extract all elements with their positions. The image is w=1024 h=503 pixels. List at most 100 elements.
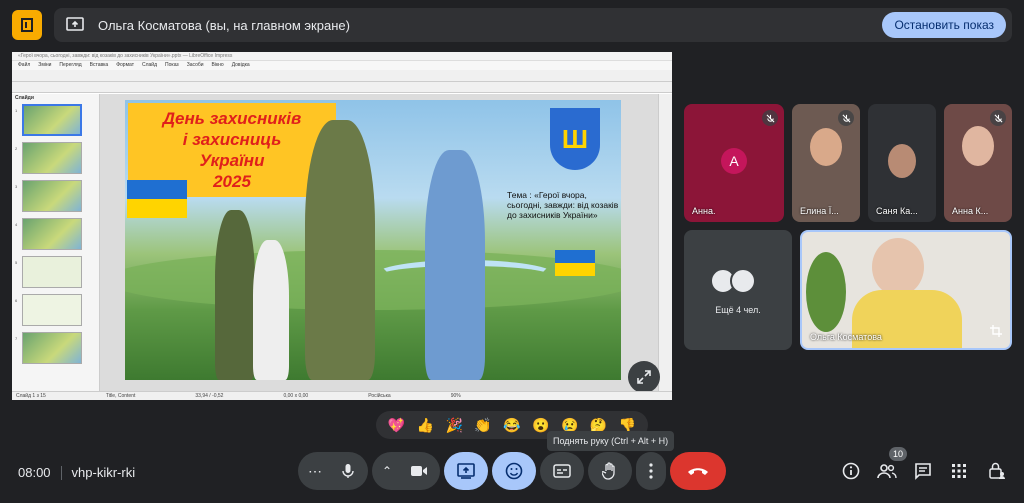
- meet-logo-icon: [12, 10, 42, 40]
- lo-menu-item: Перегляд: [59, 62, 82, 68]
- people-icon: [877, 464, 897, 479]
- people-button[interactable]: [876, 460, 898, 482]
- participant-tile[interactable]: Анна К...: [944, 104, 1012, 222]
- mic-off-icon: [990, 110, 1006, 126]
- hand-icon: [602, 462, 615, 480]
- lo-status-size: 0,00 x 0,00: [283, 393, 309, 399]
- slide-thumbnail: [22, 256, 82, 288]
- slide-thumbnail: [22, 104, 82, 136]
- reaction-party[interactable]: 🎉: [445, 417, 462, 434]
- lo-menu-item: Показ: [165, 62, 179, 68]
- ukraine-flag-icon: [555, 250, 595, 276]
- raise-hand-tooltip: Поднять руку (Ctrl + Alt + H): [547, 431, 675, 451]
- presenting-banner: Ольга Косматова (вы, на главном экране) …: [54, 8, 1012, 42]
- participant-tile[interactable]: Саня Ка...: [868, 104, 936, 222]
- lo-status-slide: Слайд 1 з 15: [16, 393, 46, 399]
- mic-button[interactable]: [332, 455, 364, 487]
- participant-tile[interactable]: Елина Ї...: [792, 104, 860, 222]
- mic-off-icon: [838, 110, 854, 126]
- mic-off-icon: [762, 110, 778, 126]
- captions-icon: [553, 464, 571, 478]
- chat-icon: [915, 463, 931, 480]
- present-screen-icon: [457, 463, 475, 479]
- slide-title-line: День захисників: [162, 109, 302, 128]
- video-feed: [810, 128, 842, 166]
- crop-icon[interactable]: [990, 324, 1002, 342]
- mic-icon: [342, 464, 354, 478]
- slide-figure-child: [253, 240, 289, 380]
- expand-icon: [637, 370, 651, 384]
- slide-thumbnail: [22, 332, 82, 364]
- more-vert-icon: [649, 463, 653, 479]
- lo-status-zoom: 90%: [450, 393, 461, 399]
- lo-menu-item: Файл: [18, 62, 31, 68]
- lo-status-layout: Title, Content: [105, 393, 136, 399]
- slide-thumbnail: [22, 180, 82, 212]
- activities-button[interactable]: [948, 460, 970, 482]
- fullscreen-button[interactable]: [628, 361, 660, 393]
- participant-name: Елина Ї...: [800, 206, 839, 216]
- thumb-number: 3: [15, 184, 18, 189]
- reaction-surprised[interactable]: 😮: [532, 417, 549, 434]
- present-button[interactable]: [444, 452, 488, 490]
- chat-button[interactable]: [912, 460, 934, 482]
- avatar: A: [721, 148, 747, 174]
- participant-name: Ольга Косматова: [810, 332, 882, 342]
- meeting-details-button[interactable]: [840, 460, 862, 482]
- lo-drawing-toolbar: [12, 82, 672, 93]
- lo-status-bar: Слайд 1 з 15 Title, Content 33,94 / -0,5…: [12, 391, 672, 400]
- host-controls-button[interactable]: [986, 460, 1008, 482]
- lo-menu-item: Довідка: [231, 62, 250, 68]
- chevron-up-icon[interactable]: ⌃: [382, 464, 392, 478]
- info-icon: [842, 462, 860, 480]
- participant-name: Саня Ка...: [876, 206, 918, 216]
- captions-button[interactable]: [540, 452, 584, 490]
- lo-toolbar: [12, 70, 672, 82]
- participant-tile[interactable]: A Анна.: [684, 104, 784, 222]
- more-audio-options-icon[interactable]: ⋯: [308, 463, 322, 480]
- lo-slide-canvas: День захисників і захисниць України 2025…: [100, 94, 660, 393]
- emoji-icon: [505, 462, 523, 480]
- audio-control-group: ⋯: [298, 452, 368, 490]
- raise-hand-button[interactable]: [588, 452, 632, 490]
- reaction-thumbs-up[interactable]: 👍: [417, 417, 434, 434]
- slide-thumbnail: [22, 218, 82, 250]
- meet-window: Ольга Косматова (вы, на главном экране) …: [0, 0, 1024, 503]
- lo-menu-bar: Файл Зміни Перегляд Вставка Формат Слайд…: [12, 61, 672, 70]
- stop-presenting-button[interactable]: Остановить показ: [882, 12, 1006, 38]
- meeting-info: 08:00 vhp-kikr-rki: [18, 465, 135, 480]
- lo-sidebar: [658, 94, 672, 391]
- reaction-laugh[interactable]: 😂: [503, 417, 520, 434]
- video-feed: [962, 126, 994, 166]
- slide-thumbnail: [22, 294, 82, 326]
- thumb-number: 4: [15, 222, 18, 227]
- more-participants-tile[interactable]: Ещё 4 чел.: [684, 230, 792, 350]
- participants-count-badge: 10: [889, 447, 908, 461]
- lo-menu-item: Слайд: [141, 62, 158, 68]
- trident-emblem-icon: Ш: [550, 108, 600, 170]
- present-screen-icon: [66, 17, 84, 31]
- leave-call-button[interactable]: [670, 452, 726, 490]
- more-avatars: [710, 268, 756, 294]
- meeting-time: 08:00: [18, 465, 51, 480]
- self-view-tile[interactable]: Ольга Косматова: [800, 230, 1012, 350]
- lo-menu-item: Формат: [116, 62, 134, 68]
- slide-title-line: 2025: [213, 172, 251, 191]
- reaction-heart[interactable]: 💖: [388, 417, 405, 434]
- reactions-button[interactable]: [492, 452, 536, 490]
- meeting-code: vhp-kikr-rki: [71, 465, 136, 480]
- lock-person-icon: [989, 462, 1005, 479]
- reaction-clap[interactable]: 👏: [474, 417, 491, 434]
- shared-screen: «Герої вчора, сьогодні, завжди: від коза…: [12, 52, 672, 400]
- more-options-button[interactable]: [636, 452, 666, 490]
- camera-icon[interactable]: [410, 464, 428, 478]
- lo-slides-panel: Слайди 1 2 3 4 5 6 7: [12, 94, 100, 391]
- video-feed: [888, 144, 916, 178]
- presenting-title: Ольга Косматова (вы, на главном экране): [98, 17, 350, 33]
- video-feed: [872, 238, 924, 296]
- current-slide: День захисників і захисниць України 2025…: [125, 100, 621, 380]
- thumb-number: 2: [15, 146, 18, 151]
- thumb-number: 6: [15, 298, 18, 303]
- slide-title-line: України: [199, 151, 265, 170]
- thumb-number: 1: [15, 108, 18, 113]
